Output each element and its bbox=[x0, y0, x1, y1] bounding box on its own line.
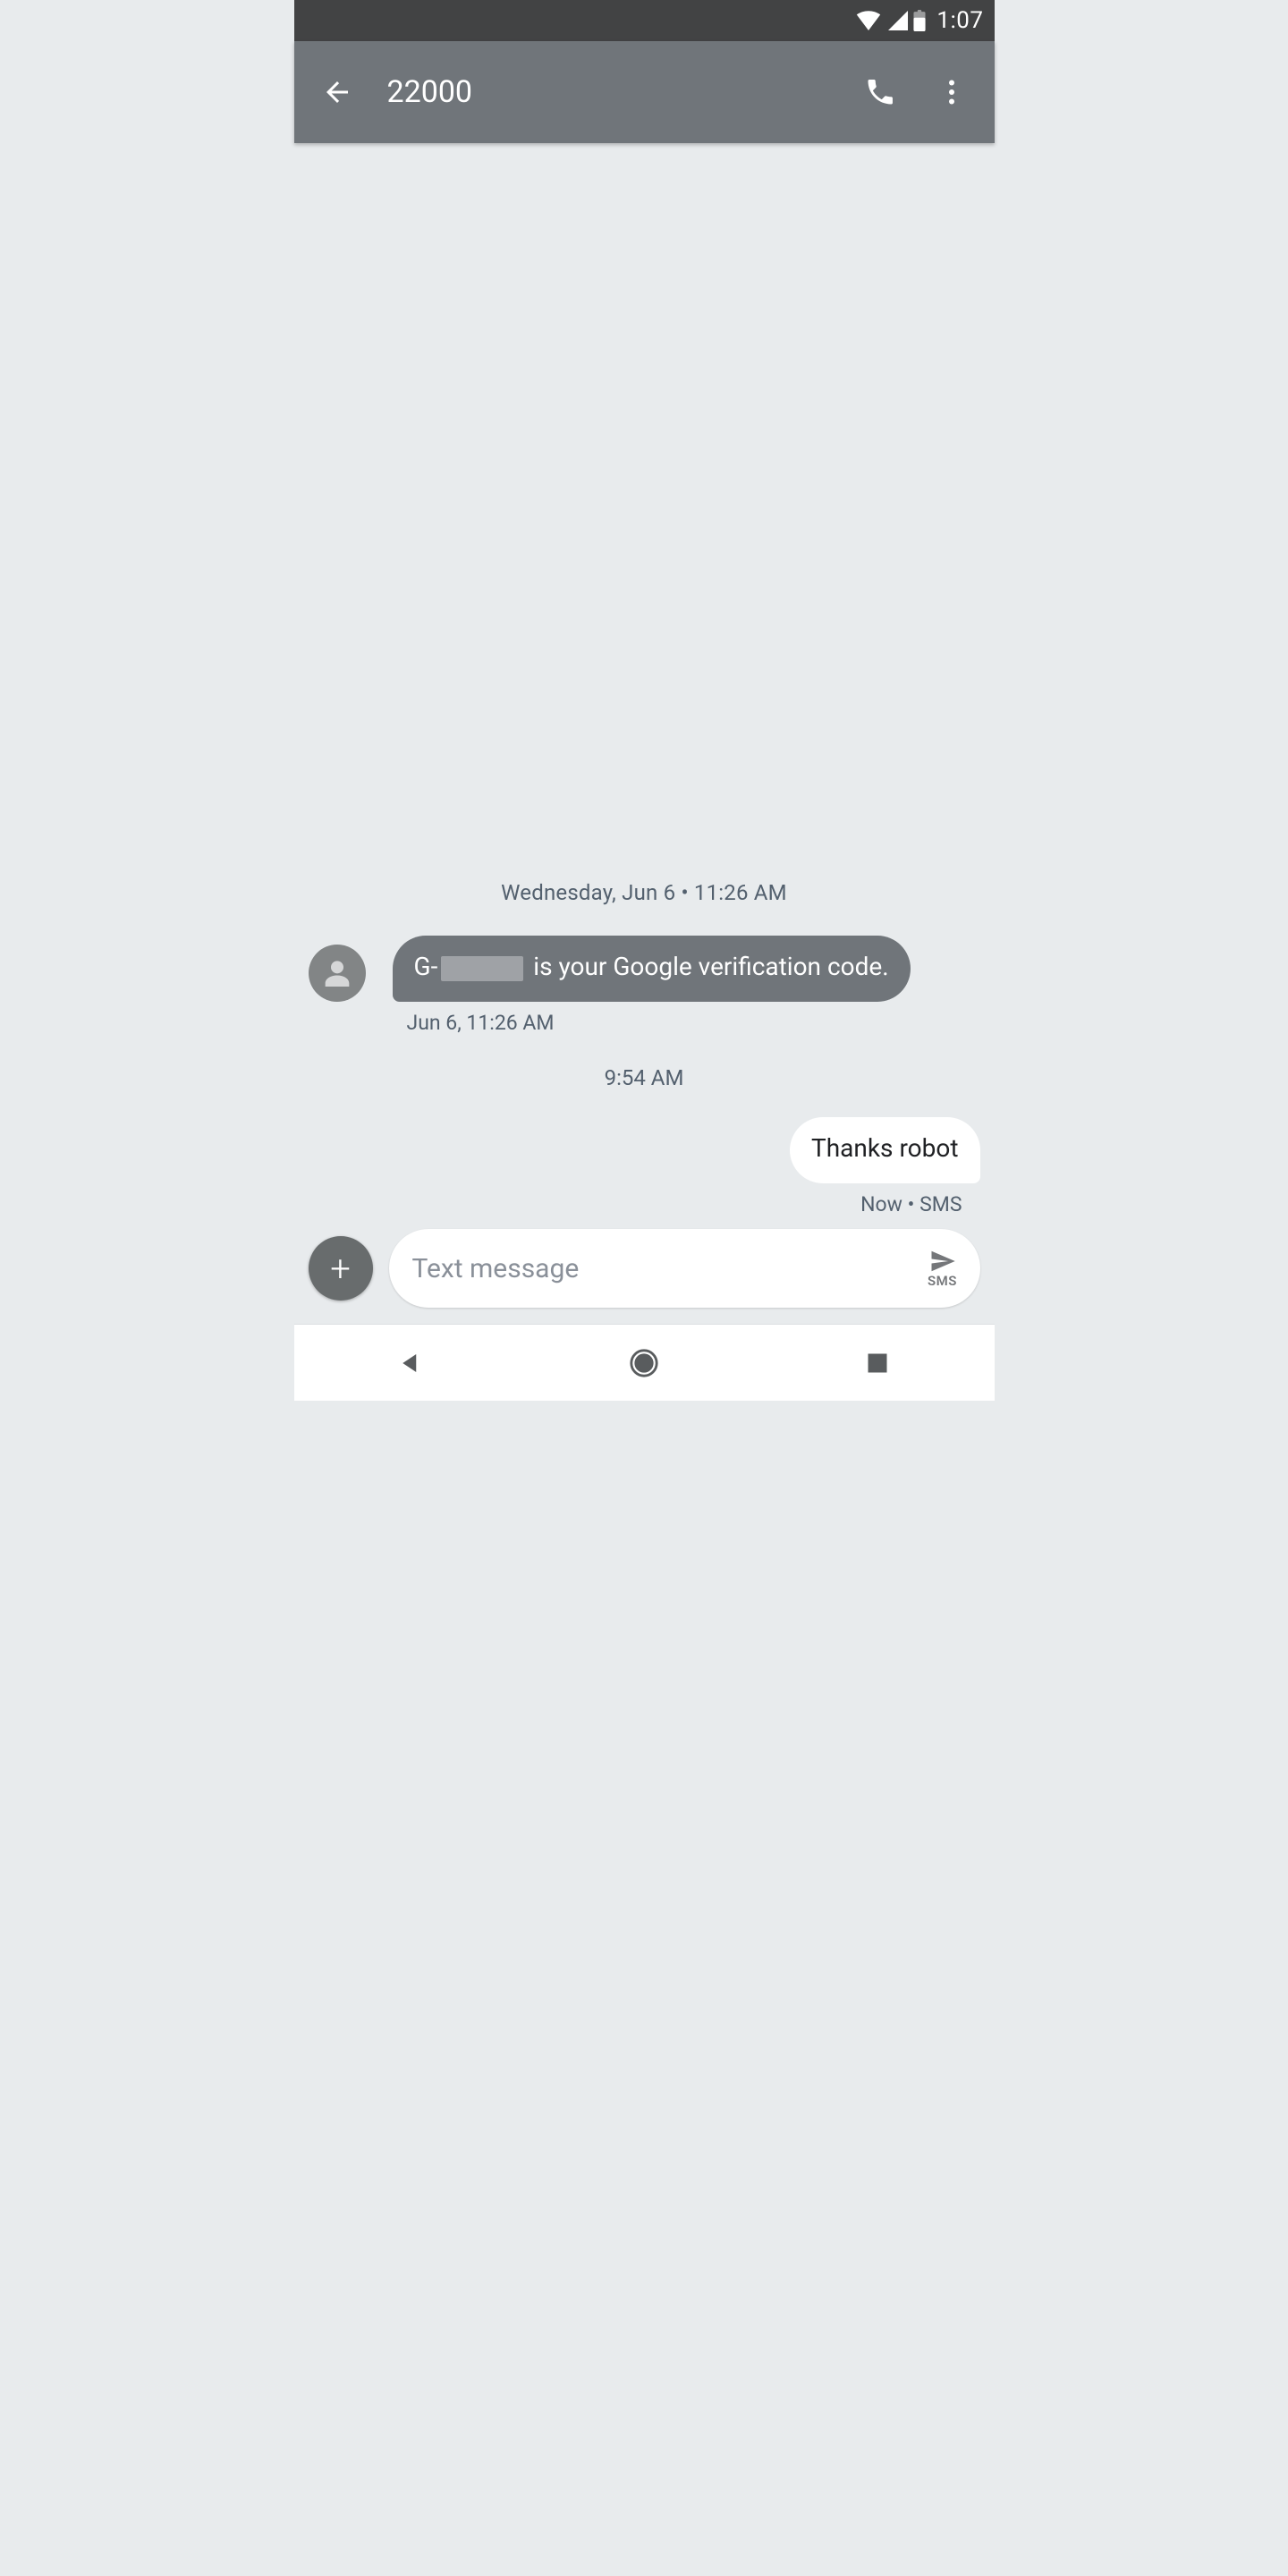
incoming-text-prefix: G- bbox=[414, 952, 438, 981]
conversation-title: 22000 bbox=[373, 74, 844, 110]
nav-recents-button[interactable] bbox=[824, 1351, 931, 1376]
wifi-icon bbox=[856, 11, 881, 30]
call-button[interactable] bbox=[844, 56, 916, 128]
conversation-panel: Wednesday, Jun 6 • 11:26 AM G- is your G… bbox=[294, 143, 995, 1229]
arrow-left-icon bbox=[321, 76, 353, 108]
nav-home-button[interactable] bbox=[590, 1348, 698, 1378]
person-icon bbox=[319, 955, 355, 991]
date-header: Wednesday, Jun 6 • 11:26 AM bbox=[309, 880, 980, 905]
nav-back-button[interactable] bbox=[357, 1350, 464, 1377]
battery-icon bbox=[913, 10, 926, 31]
circle-home-icon bbox=[629, 1348, 659, 1378]
send-icon bbox=[926, 1248, 960, 1275]
incoming-message-meta: Jun 6, 11:26 AM bbox=[309, 1011, 980, 1035]
cell-signal-icon bbox=[886, 11, 908, 30]
more-vert-icon bbox=[936, 76, 968, 108]
contact-avatar[interactable] bbox=[309, 945, 366, 1002]
overflow-menu-button[interactable] bbox=[916, 56, 987, 128]
square-recents-icon bbox=[865, 1351, 890, 1376]
back-button[interactable] bbox=[301, 56, 373, 128]
time-divider: 9:54 AM bbox=[309, 1065, 980, 1090]
message-row-incoming: G- is your Google verification code. bbox=[309, 936, 980, 1002]
phone-icon bbox=[864, 76, 896, 108]
incoming-message-bubble[interactable]: G- is your Google verification code. bbox=[393, 936, 911, 1002]
compose-input-container: SMS bbox=[389, 1229, 980, 1308]
send-button[interactable]: SMS bbox=[914, 1248, 971, 1289]
message-row-outgoing: Thanks robot bbox=[309, 1117, 980, 1183]
attach-button[interactable]: + bbox=[309, 1236, 373, 1301]
plus-icon: + bbox=[330, 1248, 351, 1290]
system-nav-bar bbox=[294, 1324, 995, 1401]
outgoing-message-meta: Now • SMS bbox=[309, 1192, 980, 1216]
status-bar: 1:07 bbox=[294, 0, 995, 41]
triangle-back-icon bbox=[397, 1350, 424, 1377]
outgoing-message-bubble[interactable]: Thanks robot bbox=[790, 1117, 979, 1183]
compose-bar: + SMS bbox=[294, 1229, 995, 1324]
message-input[interactable] bbox=[412, 1253, 914, 1284]
redacted-code bbox=[441, 956, 523, 981]
status-clock: 1:07 bbox=[936, 7, 983, 34]
app-bar: 22000 bbox=[294, 41, 995, 143]
send-mode-label: SMS bbox=[928, 1273, 957, 1289]
incoming-text-suffix: is your Google verification code. bbox=[527, 952, 888, 981]
